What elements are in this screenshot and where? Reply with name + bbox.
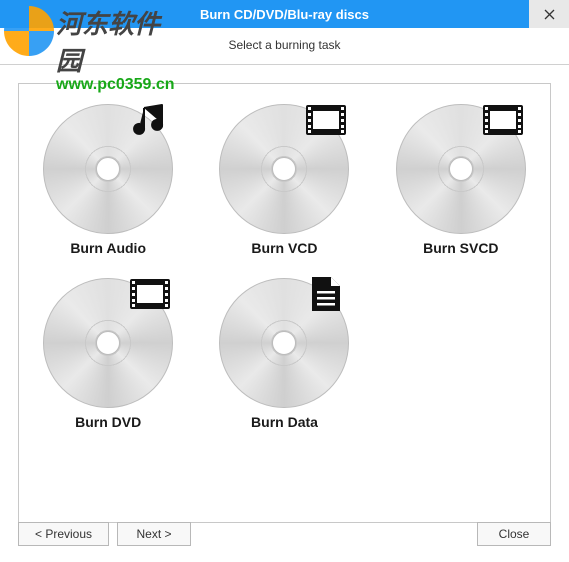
task-burn-dvd[interactable]: Burn DVD xyxy=(29,272,187,436)
subtitle: Select a burning task xyxy=(0,28,569,65)
music-icon xyxy=(129,102,171,138)
film-icon xyxy=(129,276,171,312)
task-burn-vcd[interactable]: Burn VCD xyxy=(205,98,363,262)
task-label: Burn VCD xyxy=(251,240,317,256)
document-icon xyxy=(305,276,347,312)
window-close-button[interactable] xyxy=(529,0,569,28)
task-label: Burn DVD xyxy=(75,414,141,430)
footer: < Previous Next > Close xyxy=(18,522,551,546)
previous-button[interactable]: < Previous xyxy=(18,522,109,546)
task-burn-svcd[interactable]: Burn SVCD xyxy=(382,98,540,262)
titlebar: Burn CD/DVD/Blu-ray discs xyxy=(0,0,569,28)
window-title: Burn CD/DVD/Blu-ray discs xyxy=(200,7,369,22)
task-label: Burn SVCD xyxy=(423,240,498,256)
task-grid: Burn Audio Burn VCD xyxy=(29,98,540,436)
content-panel: Burn Audio Burn VCD xyxy=(18,83,551,523)
next-button[interactable]: Next > xyxy=(117,522,191,546)
task-burn-audio[interactable]: Burn Audio xyxy=(29,98,187,262)
task-burn-data[interactable]: Burn Data xyxy=(205,272,363,436)
film-icon xyxy=(482,102,524,138)
film-icon xyxy=(305,102,347,138)
task-label: Burn Audio xyxy=(70,240,146,256)
close-icon xyxy=(544,9,555,20)
task-label: Burn Data xyxy=(251,414,318,430)
close-button[interactable]: Close xyxy=(477,522,551,546)
